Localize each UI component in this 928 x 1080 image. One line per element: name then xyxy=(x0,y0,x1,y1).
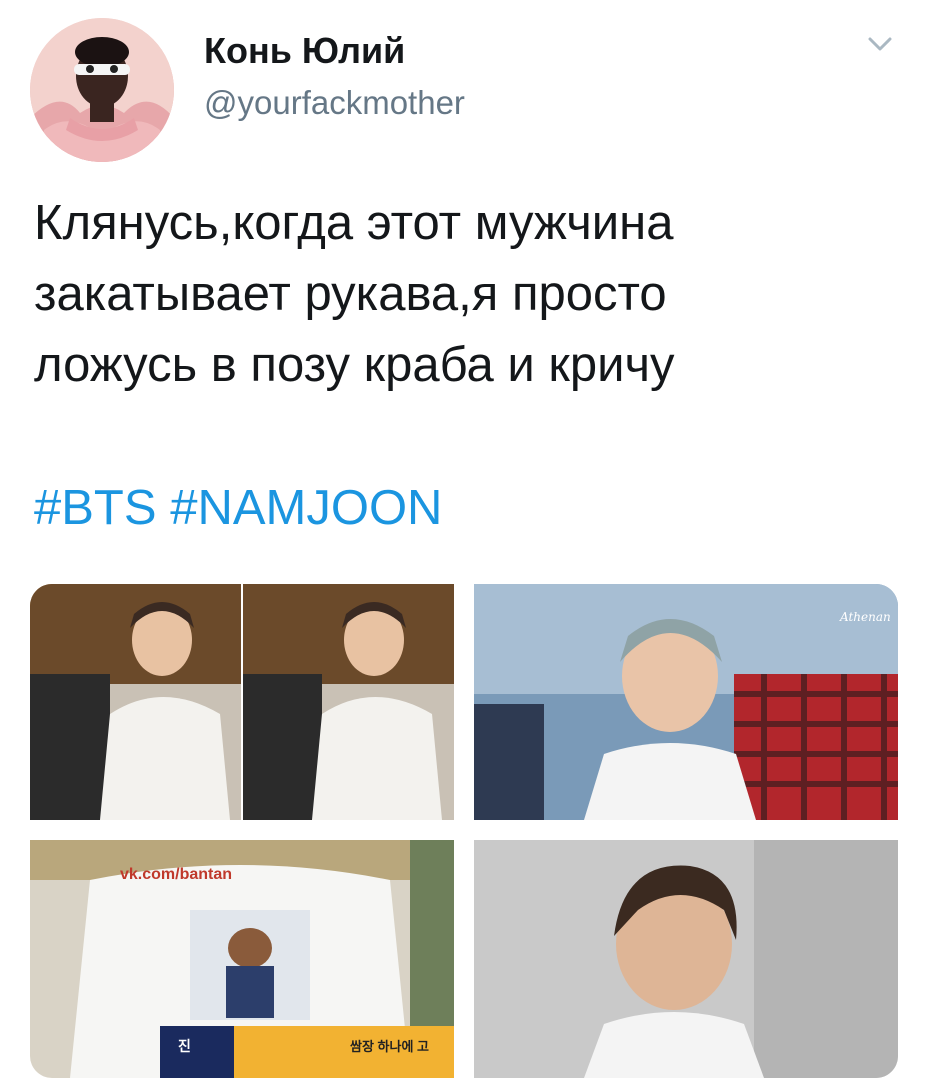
photo-signature: Athenan xyxy=(840,610,891,624)
media-image-2[interactable]: Athenan xyxy=(474,584,898,820)
display-name[interactable]: Конь Юлий xyxy=(204,30,405,72)
user-handle[interactable]: @yourfackmother xyxy=(204,84,465,122)
chevron-down-icon[interactable] xyxy=(862,30,898,58)
media-caption-left: 진 xyxy=(178,1038,191,1054)
tweet-text-line: закатывает рукава,я просто xyxy=(34,267,667,321)
hashtag-namjoon[interactable]: #NAMJOON xyxy=(170,481,442,535)
media-image-1[interactable] xyxy=(30,584,454,820)
tweet-text-line: ложусь в позу краба и кричу xyxy=(34,338,675,392)
avatar-photo xyxy=(30,18,174,162)
tweet: Конь Юлий @yourfackmother Клянусь,когда … xyxy=(0,0,928,1080)
media-image-3[interactable]: vk.com/bantan 진 쌈장 하나에 고 xyxy=(30,840,454,1078)
hashtag-bts[interactable]: #BTS xyxy=(34,481,157,535)
tweet-text: Клянусь,когда этот мужчина закатывает ру… xyxy=(34,188,894,401)
media-caption-right: 쌈장 하나에 고 xyxy=(350,1039,429,1054)
media-grid: Athenan vk.com/bantan 진 쌈장 하나에 고 xyxy=(30,584,898,1078)
tweet-text-line: Клянусь,когда этот мужчина xyxy=(34,196,674,250)
hashtags: #BTS #NAMJOON xyxy=(34,478,442,538)
media-image-4[interactable] xyxy=(474,840,898,1078)
media-watermark: vk.com/bantan xyxy=(120,866,233,883)
avatar[interactable] xyxy=(30,18,174,162)
